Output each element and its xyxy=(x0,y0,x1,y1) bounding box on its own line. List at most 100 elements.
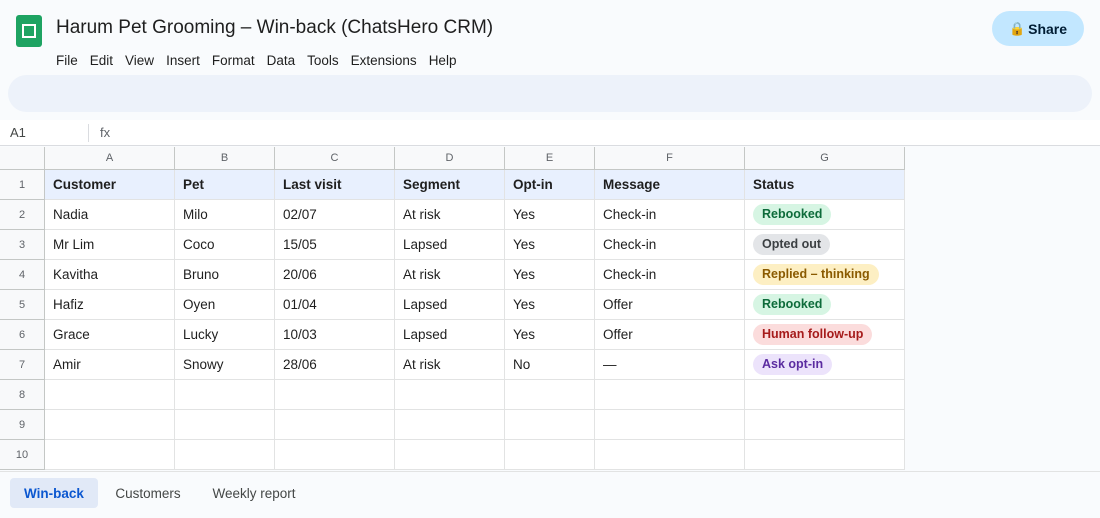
column-header-g[interactable]: G xyxy=(745,147,905,170)
row-header-4[interactable]: 4 xyxy=(0,260,45,290)
cell[interactable] xyxy=(595,410,745,440)
menu-data[interactable]: Data xyxy=(261,51,302,70)
menu-tools[interactable]: Tools xyxy=(301,51,345,70)
cell[interactable]: At risk xyxy=(395,350,505,380)
menu-help[interactable]: Help xyxy=(423,51,463,70)
cell[interactable] xyxy=(275,440,395,470)
cell[interactable] xyxy=(595,440,745,470)
cell[interactable]: 01/04 xyxy=(275,290,395,320)
cell[interactable]: At risk xyxy=(395,200,505,230)
cell[interactable]: Offer xyxy=(595,290,745,320)
cell[interactable]: 28/06 xyxy=(275,350,395,380)
sheet-tab-weekly-report[interactable]: Weekly report xyxy=(198,478,310,508)
cell[interactable]: Yes xyxy=(505,260,595,290)
sheet-tab-win-back[interactable]: Win-back xyxy=(10,478,98,508)
cell[interactable]: Oyen xyxy=(175,290,275,320)
cell[interactable]: Yes xyxy=(505,230,595,260)
header-cell[interactable]: Pet xyxy=(175,170,275,200)
cell[interactable] xyxy=(275,410,395,440)
menu-format[interactable]: Format xyxy=(206,51,261,70)
cell[interactable]: Yes xyxy=(505,290,595,320)
cell[interactable] xyxy=(45,410,175,440)
cell[interactable]: Rebooked xyxy=(745,290,905,320)
cell[interactable]: Milo xyxy=(175,200,275,230)
cell[interactable] xyxy=(505,440,595,470)
cell[interactable]: 10/03 xyxy=(275,320,395,350)
cell[interactable] xyxy=(45,380,175,410)
row-header-6[interactable]: 6 xyxy=(0,320,45,350)
cell[interactable]: Kavitha xyxy=(45,260,175,290)
cell[interactable] xyxy=(175,410,275,440)
cell[interactable]: Replied – thinking xyxy=(745,260,905,290)
menu-file[interactable]: File xyxy=(50,51,84,70)
cell[interactable] xyxy=(175,380,275,410)
cell[interactable] xyxy=(45,440,175,470)
cell[interactable]: Amir xyxy=(45,350,175,380)
cell[interactable] xyxy=(745,410,905,440)
menu-extensions[interactable]: Extensions xyxy=(345,51,423,70)
row-header-8[interactable]: 8 xyxy=(0,380,45,410)
column-header-e[interactable]: E xyxy=(505,147,595,170)
cell[interactable]: Rebooked xyxy=(745,200,905,230)
cell[interactable] xyxy=(395,380,505,410)
header-cell[interactable]: Last visit xyxy=(275,170,395,200)
header-cell[interactable]: Segment xyxy=(395,170,505,200)
column-header-f[interactable]: F xyxy=(595,147,745,170)
cell[interactable]: Snowy xyxy=(175,350,275,380)
cell[interactable] xyxy=(395,410,505,440)
share-button[interactable]: 🔒 Share xyxy=(992,11,1084,46)
row-header-5[interactable]: 5 xyxy=(0,290,45,320)
cell[interactable] xyxy=(745,440,905,470)
cell[interactable] xyxy=(595,380,745,410)
column-header-a[interactable]: A xyxy=(45,147,175,170)
cell[interactable]: Opted out xyxy=(745,230,905,260)
cell[interactable]: Lapsed xyxy=(395,290,505,320)
header-cell[interactable]: Status xyxy=(745,170,905,200)
row-header-9[interactable]: 9 xyxy=(0,410,45,440)
sheets-logo-icon[interactable] xyxy=(16,15,42,47)
cell[interactable]: Check-in xyxy=(595,200,745,230)
sheet-tab-customers[interactable]: Customers xyxy=(103,478,193,508)
cell[interactable] xyxy=(745,380,905,410)
header-cell[interactable]: Message xyxy=(595,170,745,200)
cell[interactable]: Check-in xyxy=(595,230,745,260)
header-cell[interactable]: Customer xyxy=(45,170,175,200)
cell[interactable] xyxy=(275,380,395,410)
cell[interactable]: Offer xyxy=(595,320,745,350)
cell[interactable]: Lapsed xyxy=(395,230,505,260)
cell[interactable]: No xyxy=(505,350,595,380)
cell[interactable]: Mr Lim xyxy=(45,230,175,260)
cell[interactable]: Grace xyxy=(45,320,175,350)
select-all-corner[interactable] xyxy=(0,147,45,170)
cell[interactable]: Yes xyxy=(505,200,595,230)
column-header-c[interactable]: C xyxy=(275,147,395,170)
menu-view[interactable]: View xyxy=(119,51,160,70)
menu-edit[interactable]: Edit xyxy=(84,51,119,70)
cell[interactable]: Lucky xyxy=(175,320,275,350)
cell[interactable] xyxy=(175,440,275,470)
cell[interactable] xyxy=(395,440,505,470)
header-cell[interactable]: Opt-in xyxy=(505,170,595,200)
cell[interactable]: Human follow-up xyxy=(745,320,905,350)
menu-insert[interactable]: Insert xyxy=(160,51,206,70)
row-header-7[interactable]: 7 xyxy=(0,350,45,380)
cell[interactable]: Check-in xyxy=(595,260,745,290)
cell[interactable]: Coco xyxy=(175,230,275,260)
column-header-d[interactable]: D xyxy=(395,147,505,170)
cell[interactable]: 02/07 xyxy=(275,200,395,230)
cell[interactable] xyxy=(505,410,595,440)
cell[interactable]: Yes xyxy=(505,320,595,350)
cell[interactable]: At risk xyxy=(395,260,505,290)
name-box[interactable]: A1 xyxy=(10,125,26,140)
document-title[interactable]: Harum Pet Grooming – Win-back (ChatsHero… xyxy=(56,17,493,39)
row-header-3[interactable]: 3 xyxy=(0,230,45,260)
row-header-2[interactable]: 2 xyxy=(0,200,45,230)
cell[interactable]: 20/06 xyxy=(275,260,395,290)
cell[interactable]: 15/05 xyxy=(275,230,395,260)
row-header-10[interactable]: 10 xyxy=(0,440,45,470)
cell[interactable]: Lapsed xyxy=(395,320,505,350)
cell[interactable]: Ask opt-in xyxy=(745,350,905,380)
cell[interactable] xyxy=(505,380,595,410)
cell[interactable]: Nadia xyxy=(45,200,175,230)
column-header-b[interactable]: B xyxy=(175,147,275,170)
